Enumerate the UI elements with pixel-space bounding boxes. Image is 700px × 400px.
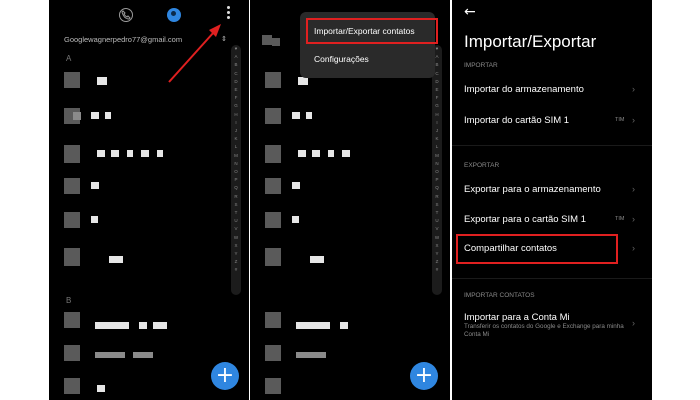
alphabet-index-letter[interactable]: P xyxy=(432,176,442,184)
contact-name[interactable] xyxy=(292,112,300,119)
contact-avatar[interactable] xyxy=(265,378,281,394)
alphabet-index-letter[interactable]: V xyxy=(432,225,442,233)
chevron-right-icon: › xyxy=(632,214,635,224)
alphabet-index-letter[interactable]: X xyxy=(432,242,442,250)
annotation-arrow-icon xyxy=(168,24,221,83)
chevron-right-icon: › xyxy=(632,84,635,94)
alphabet-index-letter[interactable]: # xyxy=(432,266,442,274)
sim-carrier-tag: TIM xyxy=(615,117,625,123)
contact-avatar[interactable] xyxy=(262,35,272,45)
alphabet-index-letter[interactable]: H xyxy=(432,111,442,119)
contact-avatar[interactable] xyxy=(265,212,281,228)
contact-name[interactable] xyxy=(328,150,334,157)
contact-name[interactable] xyxy=(292,216,299,223)
contacts-screen-menu-open: ♥ A B C D E F G H I J K L M N O P Q R S T U V W X Y Z # + Importar/… xyxy=(250,0,450,400)
contact-avatar[interactable] xyxy=(265,72,281,88)
chevron-right-icon: › xyxy=(632,243,635,253)
import-from-sim-item[interactable]: Importar do cartão SIM 1 xyxy=(464,115,569,126)
alphabet-index-letter[interactable]: F xyxy=(432,94,442,102)
highlight-box xyxy=(306,18,438,44)
menu-item-settings[interactable]: Configurações xyxy=(314,54,369,64)
contact-avatar[interactable] xyxy=(265,178,281,194)
alphabet-index-letter[interactable]: Q xyxy=(432,184,442,192)
contact-name[interactable] xyxy=(298,150,306,157)
contact-avatar[interactable] xyxy=(265,345,281,361)
contact-avatar[interactable] xyxy=(265,108,281,124)
sim-carrier-tag: TIM xyxy=(615,216,625,222)
alphabet-index[interactable]: ♥ A B C D E F G H I J K L M N O P Q R S T U V W X Y Z # xyxy=(432,45,442,295)
divider xyxy=(452,278,652,279)
contact-name[interactable] xyxy=(312,150,320,157)
import-export-screen: ← Importar/Exportar IMPORTAR Importar do… xyxy=(452,0,652,400)
contact-name[interactable] xyxy=(298,77,308,85)
import-from-storage-item[interactable]: Importar do armazenamento xyxy=(464,84,584,95)
alphabet-index-letter[interactable]: M xyxy=(432,152,442,160)
contact-name[interactable] xyxy=(306,112,312,119)
alphabet-index-letter[interactable]: W xyxy=(432,234,442,242)
section-header-import-contacts: IMPORTAR CONTATOS xyxy=(464,292,535,299)
chevron-right-icon: › xyxy=(632,115,635,125)
alphabet-index-letter[interactable]: J xyxy=(432,127,442,135)
alphabet-index-letter[interactable]: N xyxy=(432,160,442,168)
back-arrow-icon[interactable]: ← xyxy=(464,4,476,20)
alphabet-index-letter[interactable]: D xyxy=(432,78,442,86)
alphabet-index-letter[interactable]: I xyxy=(432,119,442,127)
export-to-sim-item[interactable]: Exportar para o cartão SIM 1 xyxy=(464,214,586,225)
alphabet-index-letter[interactable]: Y xyxy=(432,250,442,258)
alphabet-index-letter[interactable]: T xyxy=(432,209,442,217)
alphabet-index-letter[interactable]: R xyxy=(432,193,442,201)
alphabet-index-letter[interactable]: K xyxy=(432,135,442,143)
add-contact-button[interactable]: + xyxy=(410,362,438,390)
contact-name[interactable] xyxy=(340,322,348,329)
page-title: Importar/Exportar xyxy=(464,32,597,51)
contact-name[interactable] xyxy=(310,256,324,263)
contact-name[interactable] xyxy=(296,322,330,329)
divider xyxy=(452,145,652,146)
alphabet-index-letter[interactable]: E xyxy=(432,86,442,94)
mi-account-description: Transferir os contatos do Google e Excha… xyxy=(464,323,624,338)
contact-avatar xyxy=(272,38,280,46)
contact-name[interactable] xyxy=(342,150,350,157)
import-to-mi-account-item[interactable]: Importar para a Conta Mi xyxy=(464,312,570,323)
section-header-import: IMPORTAR xyxy=(464,62,498,69)
alphabet-index-letter[interactable]: Z xyxy=(432,258,442,266)
chevron-right-icon: › xyxy=(632,184,635,194)
contact-name[interactable] xyxy=(296,352,326,358)
contact-name[interactable] xyxy=(292,182,300,189)
alphabet-index-letter[interactable]: G xyxy=(432,102,442,110)
highlight-box xyxy=(456,234,618,264)
alphabet-index-letter[interactable]: S xyxy=(432,201,442,209)
contact-avatar[interactable] xyxy=(265,312,281,328)
section-header-export: EXPORTAR xyxy=(464,162,500,169)
contact-avatar[interactable] xyxy=(265,145,281,163)
contact-avatar[interactable] xyxy=(265,248,281,266)
alphabet-index-letter[interactable]: O xyxy=(432,168,442,176)
export-to-storage-item[interactable]: Exportar para o armazenamento xyxy=(464,184,601,195)
alphabet-index-letter[interactable]: U xyxy=(432,217,442,225)
alphabet-index-letter[interactable]: L xyxy=(432,143,442,151)
contacts-screen: Googlewagnerpedro77@gmail.com ⇕ A B ♥ A … xyxy=(49,0,249,400)
